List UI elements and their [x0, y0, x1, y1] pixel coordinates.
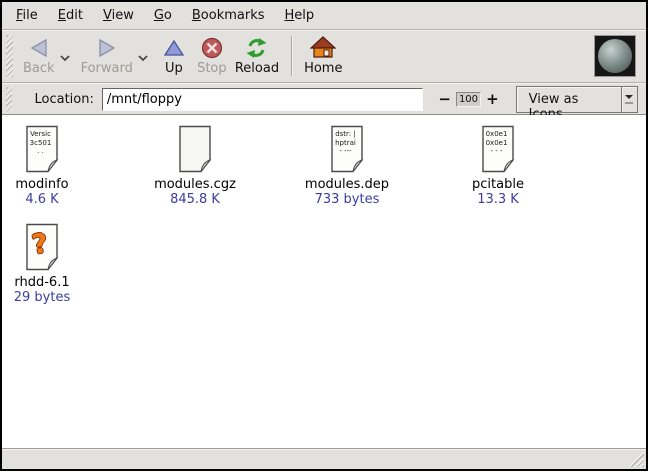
- question-mark-glyph: ?: [21, 227, 59, 263]
- menu-file[interactable]: File: [6, 4, 48, 27]
- throbber-sphere-icon: [598, 39, 632, 73]
- status-bar: [2, 449, 646, 469]
- throbber-button: [594, 35, 636, 77]
- back-button[interactable]: Back: [19, 34, 59, 78]
- dropdown-arrow-icon[interactable]: [621, 87, 637, 112]
- view-mode-dropdown[interactable]: View as Icons: [516, 86, 638, 113]
- file-view-area[interactable]: Versic 3c501 . . modinfo 4.6 K modules.c…: [2, 115, 646, 449]
- up-arrow-icon: [162, 36, 186, 60]
- zoom-level-indicator: 100: [456, 92, 481, 107]
- file-item-modules-dep[interactable]: dstr: | hptrai - --- modules.dep 733 byt…: [287, 125, 407, 207]
- resize-grip[interactable]: [627, 452, 644, 467]
- stop-button[interactable]: Stop: [193, 34, 231, 78]
- text-file-icon: dstr: | hptrai - ---: [328, 125, 366, 173]
- file-size: 845.8 K: [140, 192, 250, 207]
- menu-bookmarks[interactable]: Bookmarks: [182, 4, 275, 27]
- file-item-rhdd[interactable]: ? rhdd-6.1 29 bytes: [2, 223, 82, 305]
- file-item-modinfo[interactable]: Versic 3c501 . . modinfo 4.6 K: [2, 125, 82, 207]
- file-name: pcitable: [448, 177, 548, 192]
- back-dropdown-chevron[interactable]: [59, 47, 71, 66]
- menu-go[interactable]: Go: [144, 4, 182, 27]
- menu-bar: File Edit View Go Bookmarks Help: [2, 2, 646, 30]
- location-input[interactable]: [102, 88, 423, 111]
- blank-file-icon: [176, 125, 214, 173]
- toolbar-separator: [291, 36, 292, 76]
- forward-button[interactable]: Forward: [77, 34, 137, 78]
- zoom-out-button[interactable]: −: [433, 90, 456, 108]
- file-size: 29 bytes: [2, 290, 82, 305]
- location-label: Location:: [34, 92, 93, 107]
- toolbar-drag-handle[interactable]: [6, 35, 13, 77]
- reload-button[interactable]: Reload: [231, 34, 283, 78]
- file-item-modules-cgz[interactable]: modules.cgz 845.8 K: [140, 125, 250, 207]
- toolbar: Back Forward Up: [2, 30, 646, 83]
- file-name: rhdd-6.1: [2, 275, 82, 290]
- file-name: modinfo: [2, 177, 82, 192]
- file-size: 733 bytes: [287, 192, 407, 207]
- reload-icon: [245, 36, 268, 60]
- location-bar-drag-handle[interactable]: [6, 87, 12, 111]
- zoom-in-button[interactable]: +: [481, 90, 504, 108]
- stop-icon: [201, 36, 223, 60]
- file-manager-window: File Edit View Go Bookmarks Help Back Fo…: [0, 0, 648, 471]
- text-file-icon: 0x0e1 0x0e1 - - -: [479, 125, 517, 173]
- file-size: 13.3 K: [448, 192, 548, 207]
- unknown-file-icon: ?: [23, 223, 61, 271]
- up-button[interactable]: Up: [155, 34, 193, 78]
- forward-dropdown-chevron[interactable]: [137, 47, 149, 66]
- file-item-pcitable[interactable]: 0x0e1 0x0e1 - - - pcitable 13.3 K: [448, 125, 548, 207]
- file-size: 4.6 K: [2, 192, 82, 207]
- text-file-icon: Versic 3c501 . .: [23, 125, 61, 173]
- file-name: modules.dep: [287, 177, 407, 192]
- menu-help[interactable]: Help: [275, 4, 325, 27]
- location-bar: Location: − 100 + View as Icons: [2, 83, 646, 115]
- menu-view[interactable]: View: [93, 4, 144, 27]
- back-arrow-icon: [28, 36, 50, 60]
- home-button[interactable]: Home: [300, 34, 346, 78]
- home-icon: [310, 36, 336, 60]
- file-name: modules.cgz: [140, 177, 250, 192]
- menu-edit[interactable]: Edit: [48, 4, 93, 27]
- forward-arrow-icon: [96, 36, 118, 60]
